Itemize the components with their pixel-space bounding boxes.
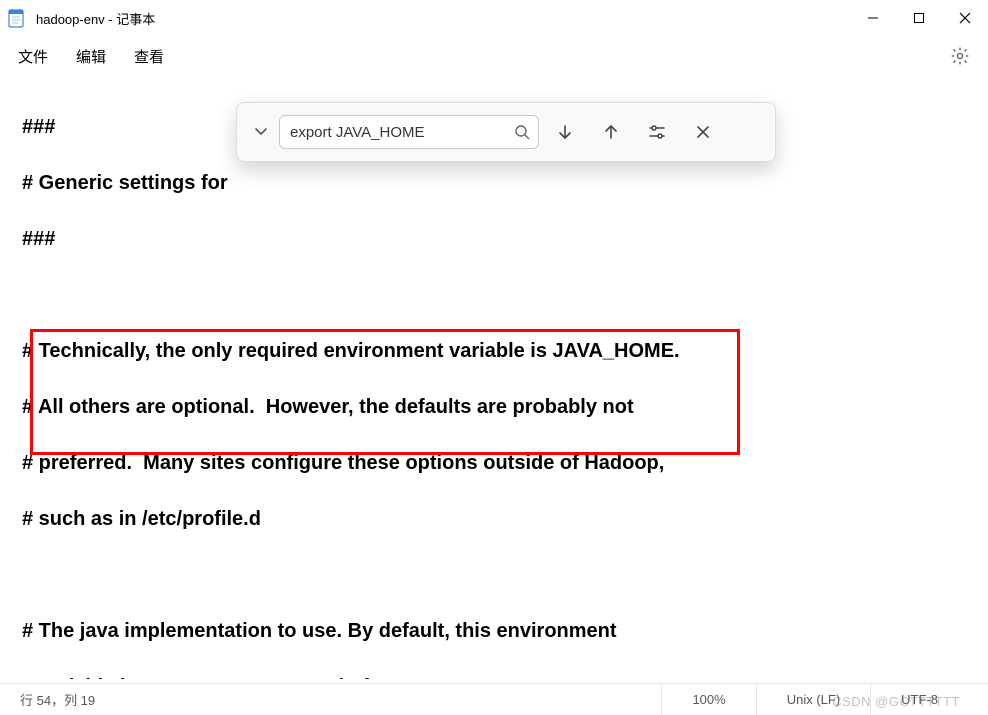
menu-view[interactable]: 查看: [134, 46, 164, 67]
editor-line: [22, 281, 988, 309]
editor-line: # such as in /etc/profile.d: [22, 505, 988, 533]
menu-file[interactable]: 文件: [18, 46, 48, 67]
find-input[interactable]: [279, 115, 539, 149]
status-encoding: UTF-8: [870, 684, 968, 715]
find-close-button[interactable]: [683, 112, 723, 152]
editor-line: # preferred. Many sites configure these …: [22, 449, 988, 477]
find-next-button[interactable]: [545, 112, 585, 152]
editor-line: # All others are optional. However, the …: [22, 393, 988, 421]
editor-line: # The java implementation to use. By def…: [22, 617, 988, 645]
editor-line: # Generic settings for: [22, 169, 988, 197]
text-editor[interactable]: ### # Generic settings for ### # Technic…: [22, 85, 988, 679]
editor-line: # variable is REQUIRED on ALL platforms …: [22, 673, 988, 679]
editor-line: ###: [22, 225, 988, 253]
minimize-button[interactable]: [850, 0, 896, 36]
status-eol: Unix (LF): [756, 684, 870, 715]
search-icon[interactable]: [513, 123, 531, 141]
window-controls: [850, 0, 988, 36]
find-bar: [236, 102, 776, 162]
find-input-wrap: [279, 115, 539, 149]
status-zoom: 100%: [661, 684, 755, 715]
menu-edit[interactable]: 编辑: [76, 46, 106, 67]
notepad-icon: [8, 8, 24, 28]
menubar: 文件 编辑 查看: [0, 36, 988, 76]
maximize-button[interactable]: [896, 0, 942, 36]
titlebar: hadoop-env - 记事本: [0, 0, 988, 36]
settings-button[interactable]: [950, 46, 970, 66]
status-pos: 行 54，列 19: [20, 690, 661, 709]
window-title: hadoop-env - 记事本: [36, 9, 850, 28]
find-prev-button[interactable]: [591, 112, 631, 152]
editor-line: [22, 561, 988, 589]
find-options-button[interactable]: [637, 112, 677, 152]
find-expand-toggle[interactable]: [249, 120, 273, 144]
close-button[interactable]: [942, 0, 988, 36]
statusbar: 行 54，列 19 100% Unix (LF) UTF-8: [0, 683, 988, 715]
editor-line: # Technically, the only required environ…: [22, 337, 988, 365]
